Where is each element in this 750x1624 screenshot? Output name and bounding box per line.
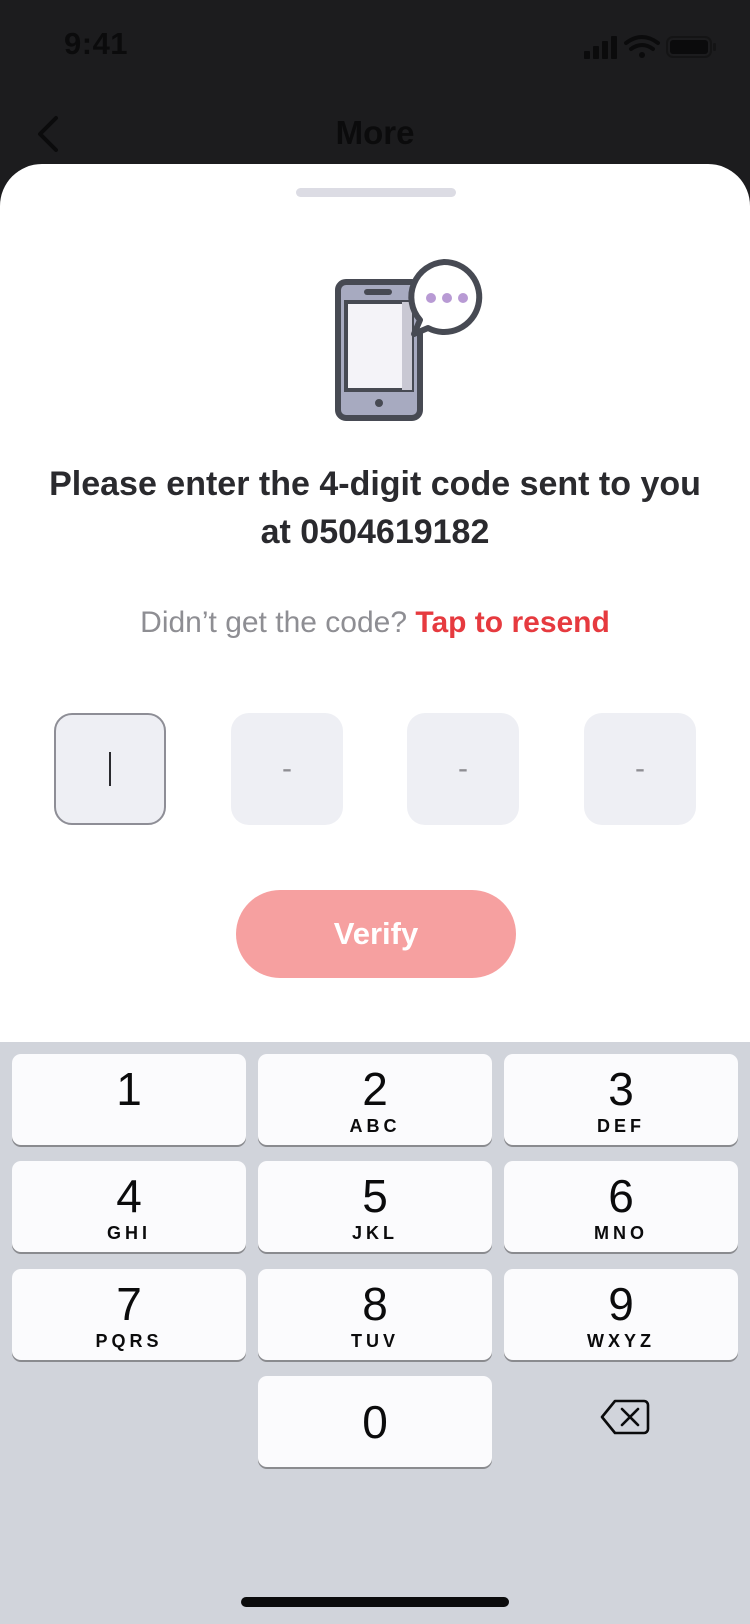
key-1[interactable]: 1 [12, 1054, 246, 1145]
key-digit: 5 [362, 1169, 388, 1222]
key-letters: MNO [594, 1222, 648, 1243]
battery-icon [666, 36, 716, 58]
key-letters: GHI [106, 1222, 151, 1243]
screen: 9:41 More Please enter the 4-digit code … [0, 0, 750, 1624]
key-letters: WXYZ [587, 1330, 655, 1351]
code-digit-3[interactable]: - [407, 713, 519, 825]
key-digit: 2 [362, 1062, 388, 1115]
key-digit: 6 [608, 1169, 634, 1222]
resend-row: Didn’t get the code? Tap to resend [0, 606, 750, 640]
nav-bar: More [0, 90, 750, 170]
key-digit: 3 [608, 1062, 634, 1115]
code-digit-4[interactable]: - [584, 713, 696, 825]
home-indicator[interactable] [241, 1597, 509, 1607]
wifi-icon [624, 35, 660, 58]
cellular-signal-icon [584, 36, 617, 59]
key-digit: 0 [362, 1395, 388, 1448]
code-input-row: - - - [54, 713, 698, 827]
sheet-grabber[interactable] [296, 188, 456, 197]
key-digit: 9 [608, 1277, 634, 1330]
resend-link[interactable]: Tap to resend [415, 606, 609, 639]
delete-key[interactable] [600, 1398, 650, 1436]
numeric-keyboard: 1 2 ABC 3 DEF 4 GHI 5 JKL 6 MNO 7 PQRS 8… [0, 1042, 750, 1624]
key-8[interactable]: 8 TUV [258, 1269, 492, 1360]
resend-prompt: Didn’t get the code? [140, 606, 408, 639]
key-letters: JKL [351, 1222, 398, 1243]
key-digit: 7 [116, 1277, 142, 1330]
key-5[interactable]: 5 JKL [258, 1161, 492, 1252]
key-digit: 1 [116, 1062, 142, 1115]
key-digit: 4 [116, 1169, 142, 1222]
status-time: 9:41 [64, 26, 129, 61]
key-6[interactable]: 6 MNO [504, 1161, 738, 1252]
nav-title: More [335, 114, 415, 151]
instruction-heading: Please enter the 4-digit code sent to yo… [49, 465, 701, 551]
key-0[interactable]: 0 [258, 1376, 492, 1467]
code-digit-1[interactable] [54, 713, 166, 825]
key-letters: DEF [597, 1115, 645, 1136]
key-3[interactable]: 3 DEF [504, 1054, 738, 1145]
text-caret [109, 752, 111, 786]
key-7[interactable]: 7 PQRS [12, 1269, 246, 1360]
key-letters: PQRS [95, 1330, 163, 1351]
status-icons [560, 34, 720, 60]
key-2[interactable]: 2 ABC [258, 1054, 492, 1145]
phone-with-chat-bubble-icon [334, 256, 490, 426]
verify-button[interactable]: Verify [236, 890, 516, 978]
key-letters: TUV [351, 1330, 399, 1351]
status-bar: 9:41 [0, 0, 750, 90]
key-4[interactable]: 4 GHI [12, 1161, 246, 1252]
backspace-icon [600, 1399, 650, 1435]
code-digit-2[interactable]: - [231, 713, 343, 825]
key-digit: 8 [362, 1277, 388, 1330]
key-letters: ABC [349, 1115, 401, 1136]
key-9[interactable]: 9 WXYZ [504, 1269, 738, 1360]
